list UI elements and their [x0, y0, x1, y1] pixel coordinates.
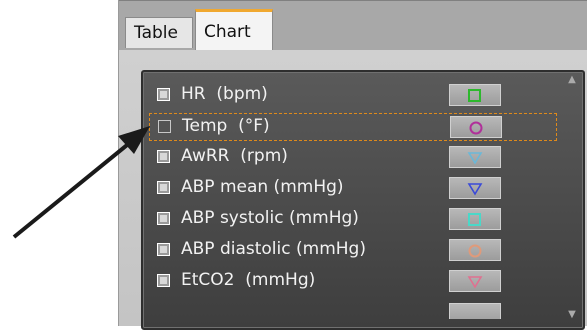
annotation-arrow-icon [12, 126, 150, 239]
